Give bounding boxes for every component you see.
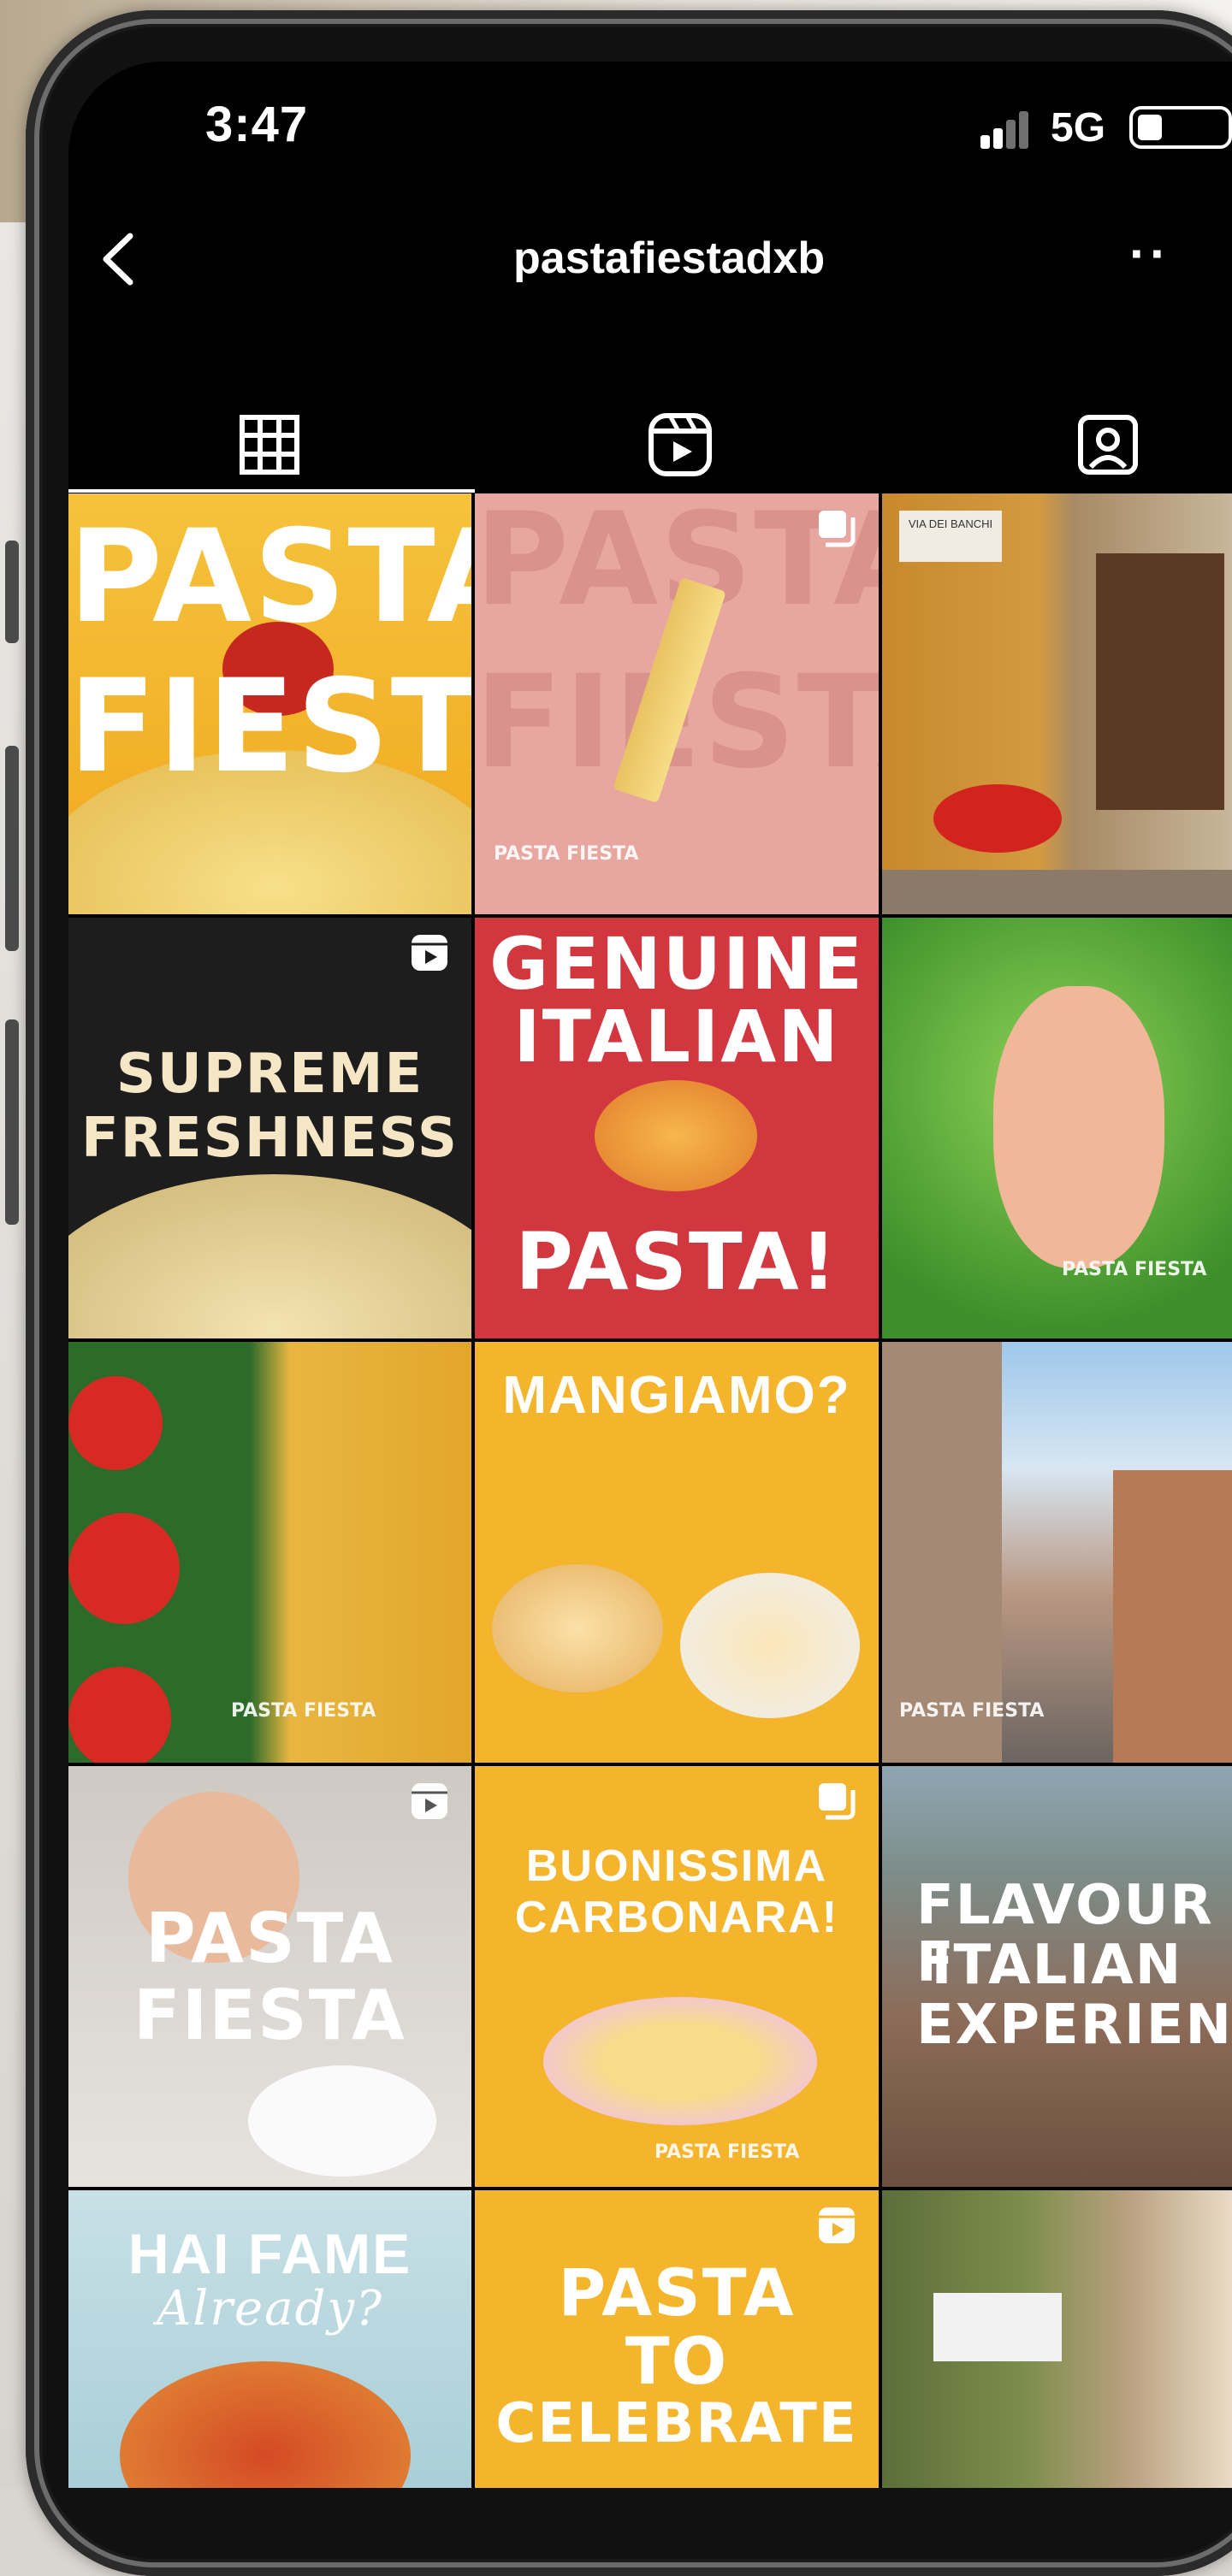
volume-up-button — [5, 746, 19, 951]
reels-icon — [819, 2207, 855, 2243]
signal-icon — [980, 109, 1032, 149]
mute-switch — [5, 541, 19, 643]
reels-icon — [649, 413, 712, 476]
active-tab-indicator — [68, 489, 475, 493]
back-button[interactable] — [86, 221, 154, 298]
post-headline: SUPREME — [116, 1043, 424, 1106]
profile-username: pastafiestadxb — [513, 233, 826, 283]
tagged-icon — [1078, 415, 1138, 475]
post-tile[interactable]: PASTA FIESTA PASTA FIESTA — [475, 493, 882, 914]
post-headline: EXPERIENC — [916, 1994, 1232, 2057]
reels-icon — [412, 935, 447, 971]
post-headline: CELEBRATE — [495, 2392, 858, 2455]
post-subheadline: Already? — [156, 2281, 384, 2337]
brand-watermark: PASTA FIESTA — [899, 1700, 1045, 1722]
volume-down-button — [5, 1019, 19, 1225]
post-grid: PASTA FIESTA PASTA FIESTA PASTA FIESTA V… — [68, 493, 1232, 2488]
post-tile[interactable]: HAI FAME Already? — [68, 2190, 475, 2488]
tab-reels[interactable] — [475, 395, 877, 489]
post-headline: ITALIAN — [931, 1934, 1183, 1997]
post-headline: ITALIAN — [513, 995, 840, 1078]
brand-watermark: PASTA FIESTA — [654, 2142, 800, 2163]
status-bar: 3:47 5G — [68, 62, 1232, 207]
tab-grid[interactable] — [68, 395, 471, 489]
post-tile[interactable]: PASTA FIESTA — [68, 493, 475, 914]
brand-watermark: PASTA FIESTA — [231, 1700, 376, 1722]
post-tile[interactable]: PASTA FIESTA — [68, 1342, 475, 1763]
chevron-left-icon — [103, 233, 133, 286]
post-headline: PASTA — [558, 2254, 796, 2331]
post-headline: PASTA — [145, 1899, 395, 1978]
street-sign: VIA DEI BANCHI — [899, 511, 1002, 562]
more-options-icon[interactable]: ·· — [1129, 224, 1170, 283]
post-headline: FIESTA — [133, 1976, 406, 2055]
post-headline: MANGIAMO? — [502, 1366, 851, 1425]
brand-watermark: PASTA FIESTA — [494, 843, 639, 865]
post-headline: TO — [625, 2323, 729, 2399]
brand-watermark: PASTA FIESTA — [1062, 1259, 1207, 1280]
post-tile[interactable]: VIA DEI BANCHI — [882, 493, 1232, 914]
phone-screen: 3:47 5G pastafiestadxb ·· PAST FIEST PAS… — [68, 62, 1232, 2488]
post-tile[interactable]: PASTA FIESTA — [68, 1766, 475, 2187]
post-headline: FIESTA — [68, 653, 471, 801]
profile-header: pastafiestadxb ·· — [68, 207, 1232, 327]
carousel-icon — [819, 1783, 856, 1820]
post-headline: BUONISSIMA — [525, 1841, 828, 1891]
profile-tabs — [68, 395, 1232, 489]
grid-icon — [240, 415, 299, 475]
status-time: 3:47 — [205, 97, 309, 152]
post-headline: PASTA! — [515, 1216, 838, 1308]
post-headline: FRESHNESS — [81, 1107, 459, 1170]
post-headline: HAI FAME — [127, 2222, 412, 2285]
post-tile[interactable]: PASTA TO CELEBRATE — [475, 2190, 882, 2488]
network-type: 5G — [1051, 105, 1106, 151]
carousel-icon — [819, 511, 856, 547]
post-tile[interactable]: SUPREME FRESHNESS — [68, 918, 475, 1338]
post-headline: PASTA — [68, 503, 471, 652]
post-tile[interactable]: PASTA FIESTA — [882, 1342, 1232, 1763]
post-tile[interactable]: PASTA FIESTA — [882, 918, 1232, 1338]
post-tile[interactable]: BUONISSIMA CARBONARA! PASTA FIESTA — [475, 1766, 882, 2187]
post-headline: CARBONARA! — [514, 1893, 839, 1942]
battery-icon — [1129, 106, 1232, 149]
post-tile[interactable]: MANGIAMO? — [475, 1342, 882, 1763]
post-headline: GENUINE — [489, 922, 864, 1006]
post-tile[interactable] — [882, 2190, 1232, 2488]
reels-icon — [412, 1783, 447, 1819]
post-tile[interactable]: GENUINE ITALIAN PASTA! — [475, 918, 882, 1338]
post-tile[interactable]: FLAVOUR F ITALIAN EXPERIENC — [882, 1766, 1232, 2187]
tab-tagged[interactable] — [881, 395, 1232, 489]
